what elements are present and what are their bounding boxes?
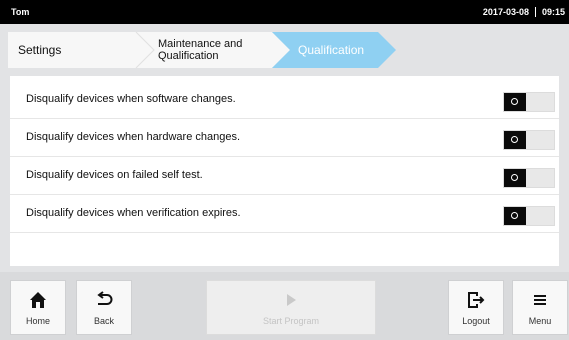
setting-row-self-test: Disqualify devices on failed self test. bbox=[10, 156, 559, 195]
start-program-label: Start Program bbox=[262, 316, 320, 326]
toggle-knob bbox=[504, 93, 526, 111]
toggle-knob bbox=[504, 131, 526, 149]
menu-label: Menu bbox=[528, 316, 552, 326]
time: 09:15 bbox=[541, 7, 565, 17]
home-button[interactable]: Home bbox=[10, 280, 66, 335]
toggle-knob bbox=[504, 169, 526, 187]
breadcrumb-qualification-label: Qualification bbox=[298, 43, 365, 57]
menu-icon bbox=[513, 291, 567, 309]
software-change-toggle[interactable] bbox=[503, 92, 555, 112]
date-time-separator bbox=[534, 7, 536, 17]
home-icon bbox=[11, 291, 65, 309]
logout-button[interactable]: Logout bbox=[448, 280, 504, 335]
setting-label: Disqualify devices when hardware changes… bbox=[26, 131, 241, 143]
settings-panel: Disqualify devices when software changes… bbox=[10, 76, 559, 266]
setting-label: Disqualify devices when verification exp… bbox=[26, 207, 241, 219]
hardware-change-toggle[interactable] bbox=[503, 130, 555, 150]
status-bar: Tom 2017-03-08 09:15 bbox=[0, 0, 569, 24]
date: 2017-03-08 bbox=[482, 7, 529, 17]
menu-button[interactable]: Menu bbox=[512, 280, 568, 335]
toggle-knob bbox=[504, 207, 526, 225]
back-arrow-icon bbox=[77, 291, 131, 309]
setting-label: Disqualify devices when software changes… bbox=[26, 93, 236, 105]
user-name: Tom bbox=[11, 7, 30, 17]
play-icon bbox=[207, 291, 375, 309]
self-test-toggle[interactable] bbox=[503, 168, 555, 188]
setting-row-hardware: Disqualify devices when hardware changes… bbox=[10, 118, 559, 157]
logout-label: Logout bbox=[462, 316, 490, 326]
back-button[interactable]: Back bbox=[76, 280, 132, 335]
setting-label: Disqualify devices on failed self test. bbox=[26, 169, 203, 181]
footer-bar: Home Back Start Program Logout Menu bbox=[0, 272, 569, 340]
back-label: Back bbox=[93, 316, 114, 326]
breadcrumb: Settings Maintenance and Qualification Q… bbox=[8, 32, 561, 68]
home-label: Home bbox=[25, 316, 50, 326]
breadcrumb-qualification[interactable]: Qualification bbox=[8, 32, 408, 68]
verification-expires-toggle[interactable] bbox=[503, 206, 555, 226]
date-time: 2017-03-08 09:15 bbox=[483, 7, 565, 17]
setting-row-verification: Disqualify devices when verification exp… bbox=[10, 194, 559, 233]
logout-icon bbox=[449, 291, 503, 309]
start-program-button[interactable]: Start Program bbox=[206, 280, 376, 335]
setting-row-software: Disqualify devices when software changes… bbox=[10, 80, 559, 119]
